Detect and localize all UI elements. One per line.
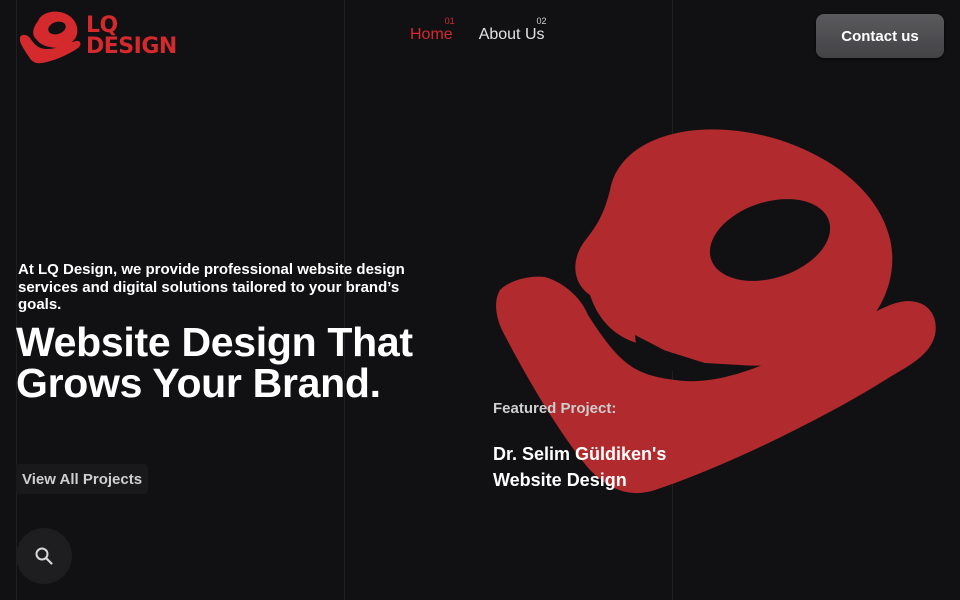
view-all-projects-button[interactable]: View All Projects — [16, 464, 149, 494]
brand-name: LQ DESIGN — [86, 13, 177, 59]
brand-name-line1: LQ — [86, 13, 118, 38]
main-nav: 01 Home 02 About Us — [410, 14, 547, 44]
nav-item-label: Home — [410, 26, 453, 43]
brand-logo[interactable]: LQ DESIGN — [18, 6, 177, 66]
nav-item-number: 02 — [536, 16, 547, 26]
nav-item-number: 01 — [444, 16, 455, 26]
grid-line — [16, 0, 17, 600]
nav-item-label: About Us — [478, 26, 545, 43]
featured-project-title[interactable]: Dr. Selim Güldiken's Website Design — [493, 441, 713, 493]
featured-project-label: Featured Project: — [493, 400, 617, 417]
nav-item-about-us[interactable]: 02 About Us — [478, 14, 547, 44]
hero-headline: Website Design That Grows Your Brand. — [16, 319, 413, 406]
brand-name-line2: DESIGN — [86, 34, 177, 59]
page: LQ DESIGN 01 Home 02 About Us Contact us… — [0, 0, 960, 600]
hero-intro-text: At LQ Design, we provide professional we… — [18, 261, 405, 313]
search-icon — [35, 547, 53, 565]
contact-us-button[interactable]: Contact us — [816, 14, 944, 58]
lq-logo-icon — [20, 11, 81, 64]
nav-item-home[interactable]: 01 Home — [410, 14, 455, 44]
search-button[interactable] — [16, 528, 72, 584]
